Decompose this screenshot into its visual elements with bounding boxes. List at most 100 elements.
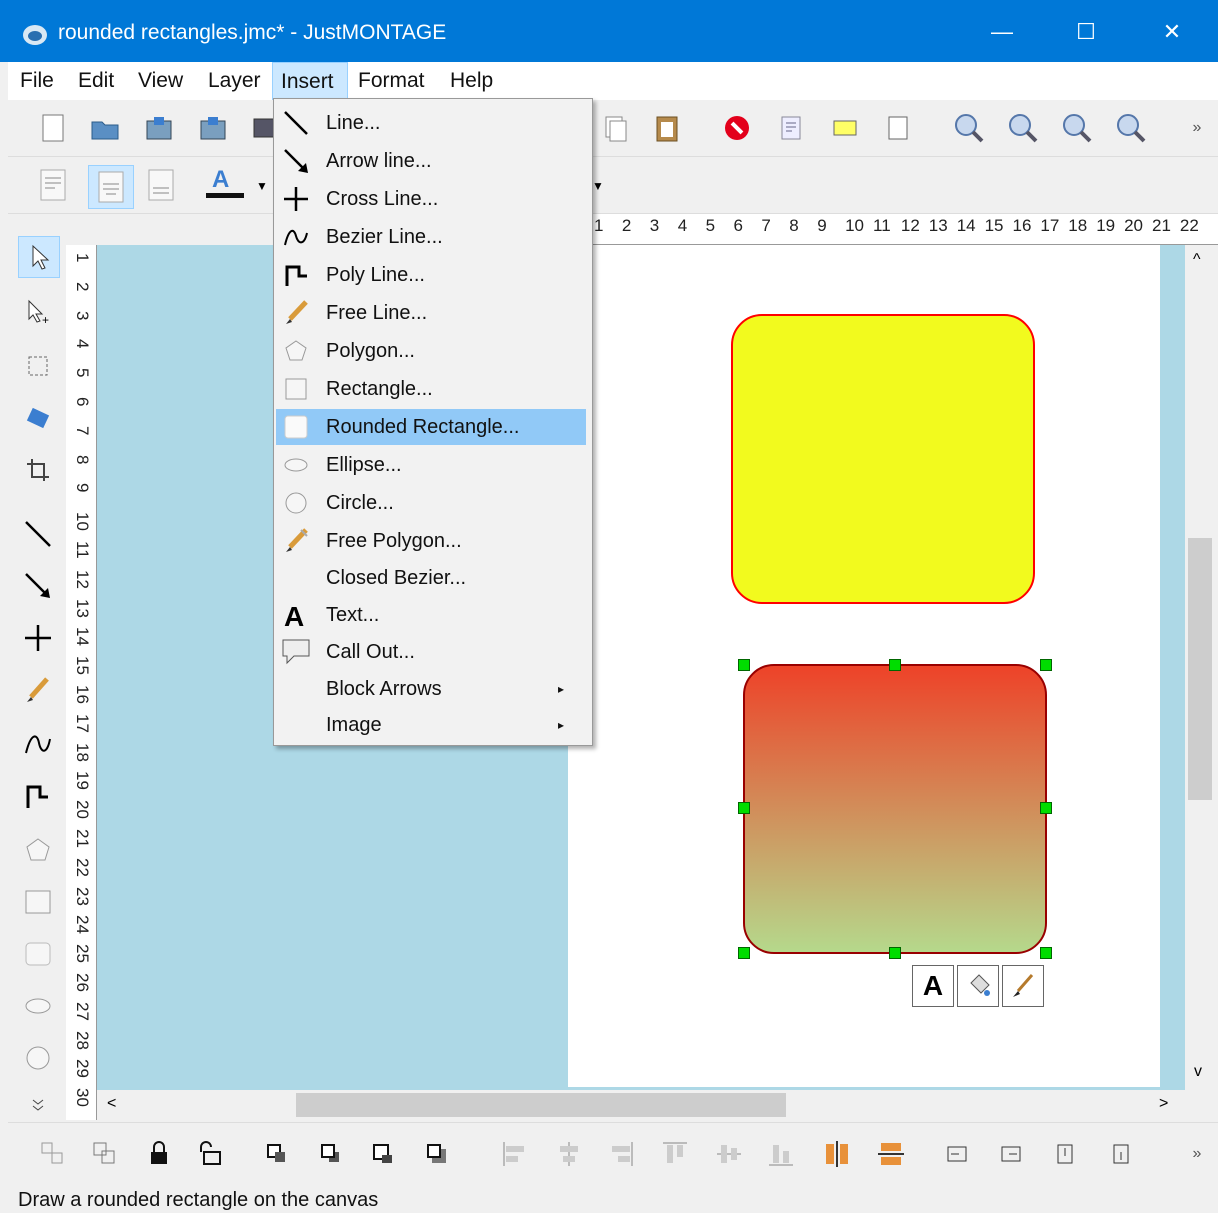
align-center-icon[interactable] bbox=[88, 165, 134, 209]
toolbar-overflow-icon[interactable]: » bbox=[1180, 111, 1214, 145]
close-button[interactable]: ✕ bbox=[1142, 12, 1202, 52]
send-backward-icon[interactable] bbox=[314, 1137, 348, 1171]
selection-handle-right[interactable] bbox=[1040, 802, 1052, 814]
distribute-horizontal-icon[interactable] bbox=[820, 1137, 854, 1171]
save-icon[interactable] bbox=[142, 111, 176, 145]
bring-to-front-icon[interactable] bbox=[366, 1137, 400, 1171]
menu-item-rounded-rectangle[interactable]: Rounded Rectangle... bbox=[276, 409, 586, 445]
menu-item-cross-line[interactable]: Cross Line... bbox=[276, 181, 586, 217]
fill-bucket-icon[interactable] bbox=[957, 965, 999, 1007]
ellipse-tool-icon[interactable] bbox=[18, 986, 58, 1026]
font-color-dropdown-icon[interactable]: ▼ bbox=[256, 179, 268, 193]
scroll-left-icon[interactable]: < bbox=[107, 1095, 116, 1113]
pencil-tool-icon[interactable] bbox=[18, 670, 58, 710]
align-top-edges-icon[interactable] bbox=[658, 1137, 692, 1171]
menu-item-closed-bezier[interactable]: Closed Bezier... bbox=[276, 560, 586, 596]
menu-format[interactable]: Format bbox=[350, 62, 433, 100]
bottom-toolbar-overflow-icon[interactable]: » bbox=[1180, 1137, 1214, 1171]
horizontal-scroll-thumb[interactable] bbox=[296, 1093, 786, 1117]
lock-icon[interactable] bbox=[142, 1137, 176, 1171]
maximize-button[interactable]: ☐ bbox=[1056, 12, 1116, 52]
menu-item-ellipse[interactable]: Ellipse... bbox=[276, 447, 586, 483]
more-tools-icon[interactable] bbox=[18, 1090, 58, 1120]
align-bottom-edges-icon[interactable] bbox=[764, 1137, 798, 1171]
menu-insert[interactable]: Insert bbox=[272, 62, 348, 100]
vertical-scroll-thumb[interactable] bbox=[1188, 538, 1212, 800]
same-width-left-icon[interactable] bbox=[940, 1137, 974, 1171]
menu-item-arrow-line[interactable]: Arrow line... bbox=[276, 143, 586, 179]
zoom-100-icon[interactable] bbox=[1114, 111, 1148, 145]
menu-item-free-line[interactable]: Free Line... bbox=[276, 295, 586, 331]
selection-handle-top-left[interactable] bbox=[738, 659, 750, 671]
bezier-tool-icon[interactable] bbox=[18, 724, 58, 764]
align-left-icon[interactable] bbox=[36, 168, 70, 202]
menu-edit[interactable]: Edit bbox=[70, 62, 122, 100]
gradient-rounded-rectangle[interactable] bbox=[743, 664, 1047, 954]
align-bottom-icon[interactable] bbox=[144, 168, 178, 202]
new-icon[interactable] bbox=[36, 111, 70, 145]
rectangle-tool-icon[interactable] bbox=[18, 882, 58, 922]
bring-forward-icon[interactable] bbox=[260, 1137, 294, 1171]
rotate-tool-icon[interactable] bbox=[18, 398, 58, 438]
menu-help[interactable]: Help bbox=[442, 62, 501, 100]
distribute-vertical-icon[interactable] bbox=[874, 1137, 908, 1171]
cross-line-tool-icon[interactable] bbox=[18, 618, 58, 658]
same-height-top-icon[interactable] bbox=[1048, 1137, 1082, 1171]
menu-layer[interactable]: Layer bbox=[200, 62, 269, 100]
same-height-bottom-icon[interactable] bbox=[1104, 1137, 1138, 1171]
rounded-rectangle-tool-icon[interactable] bbox=[18, 934, 58, 974]
crop-tool-icon[interactable] bbox=[18, 450, 58, 490]
rectangle-fill-icon[interactable] bbox=[828, 111, 862, 145]
font-color-icon[interactable]: A bbox=[204, 165, 248, 199]
page-size-icon[interactable] bbox=[880, 111, 914, 145]
paste-icon[interactable] bbox=[650, 111, 684, 145]
align-left-edges-icon[interactable] bbox=[498, 1137, 532, 1171]
select-tool-icon[interactable] bbox=[18, 236, 60, 278]
save-as-icon[interactable] bbox=[196, 111, 230, 145]
zoom-fit-icon[interactable] bbox=[1060, 111, 1094, 145]
copy-icon[interactable] bbox=[598, 111, 632, 145]
menu-file[interactable]: File bbox=[12, 62, 62, 100]
align-centers-icon[interactable] bbox=[552, 1137, 586, 1171]
scroll-right-icon[interactable]: > bbox=[1159, 1095, 1168, 1113]
brush-icon[interactable] bbox=[1002, 965, 1044, 1007]
menu-item-text[interactable]: A Text... bbox=[276, 597, 586, 633]
zoom-in-icon[interactable] bbox=[952, 111, 986, 145]
circle-tool-icon[interactable] bbox=[18, 1038, 58, 1078]
send-to-back-icon[interactable] bbox=[420, 1137, 454, 1171]
select-plus-tool-icon[interactable]: + bbox=[18, 292, 58, 332]
menu-item-rectangle[interactable]: Rectangle... bbox=[276, 371, 586, 407]
menu-item-poly-line[interactable]: Poly Line... bbox=[276, 257, 586, 293]
align-middles-icon[interactable] bbox=[712, 1137, 746, 1171]
menu-item-free-polygon[interactable]: Free Polygon... bbox=[276, 523, 586, 559]
selection-handle-left[interactable] bbox=[738, 802, 750, 814]
properties-icon[interactable] bbox=[774, 111, 808, 145]
delete-icon[interactable] bbox=[720, 111, 754, 145]
menu-item-circle[interactable]: Circle... bbox=[276, 485, 586, 521]
align-right-edges-icon[interactable] bbox=[604, 1137, 638, 1171]
text-tool-icon[interactable]: A bbox=[912, 965, 954, 1007]
menu-item-block-arrows[interactable]: Block Arrows ▸ bbox=[276, 671, 586, 707]
ungroup-icon[interactable] bbox=[88, 1137, 122, 1171]
scroll-down-icon[interactable]: v bbox=[1194, 1063, 1202, 1081]
menu-item-polygon[interactable]: Polygon... bbox=[276, 333, 586, 369]
menu-item-image[interactable]: Image ▸ bbox=[276, 707, 586, 743]
open-icon[interactable] bbox=[88, 111, 122, 145]
scroll-up-icon[interactable]: ^ bbox=[1193, 251, 1201, 269]
arrow-line-tool-icon[interactable] bbox=[18, 566, 58, 606]
selection-handle-bottom-left[interactable] bbox=[738, 947, 750, 959]
zoom-out-icon[interactable] bbox=[1006, 111, 1040, 145]
menu-view[interactable]: View bbox=[130, 62, 191, 100]
yellow-rounded-rectangle[interactable] bbox=[731, 314, 1035, 604]
minimize-button[interactable]: — bbox=[972, 12, 1032, 52]
same-width-right-icon[interactable] bbox=[994, 1137, 1028, 1171]
menu-item-call-out[interactable]: Call Out... bbox=[276, 634, 586, 670]
unlock-icon[interactable] bbox=[194, 1137, 228, 1171]
menu-item-bezier-line[interactable]: Bezier Line... bbox=[276, 219, 586, 255]
line-tool-icon[interactable] bbox=[18, 514, 58, 554]
selection-handle-top[interactable] bbox=[889, 659, 901, 671]
selection-handle-bottom-right[interactable] bbox=[1040, 947, 1052, 959]
selection-handle-bottom[interactable] bbox=[889, 947, 901, 959]
polygon-tool-icon[interactable] bbox=[18, 830, 58, 870]
polyline-tool-icon[interactable] bbox=[18, 776, 58, 816]
